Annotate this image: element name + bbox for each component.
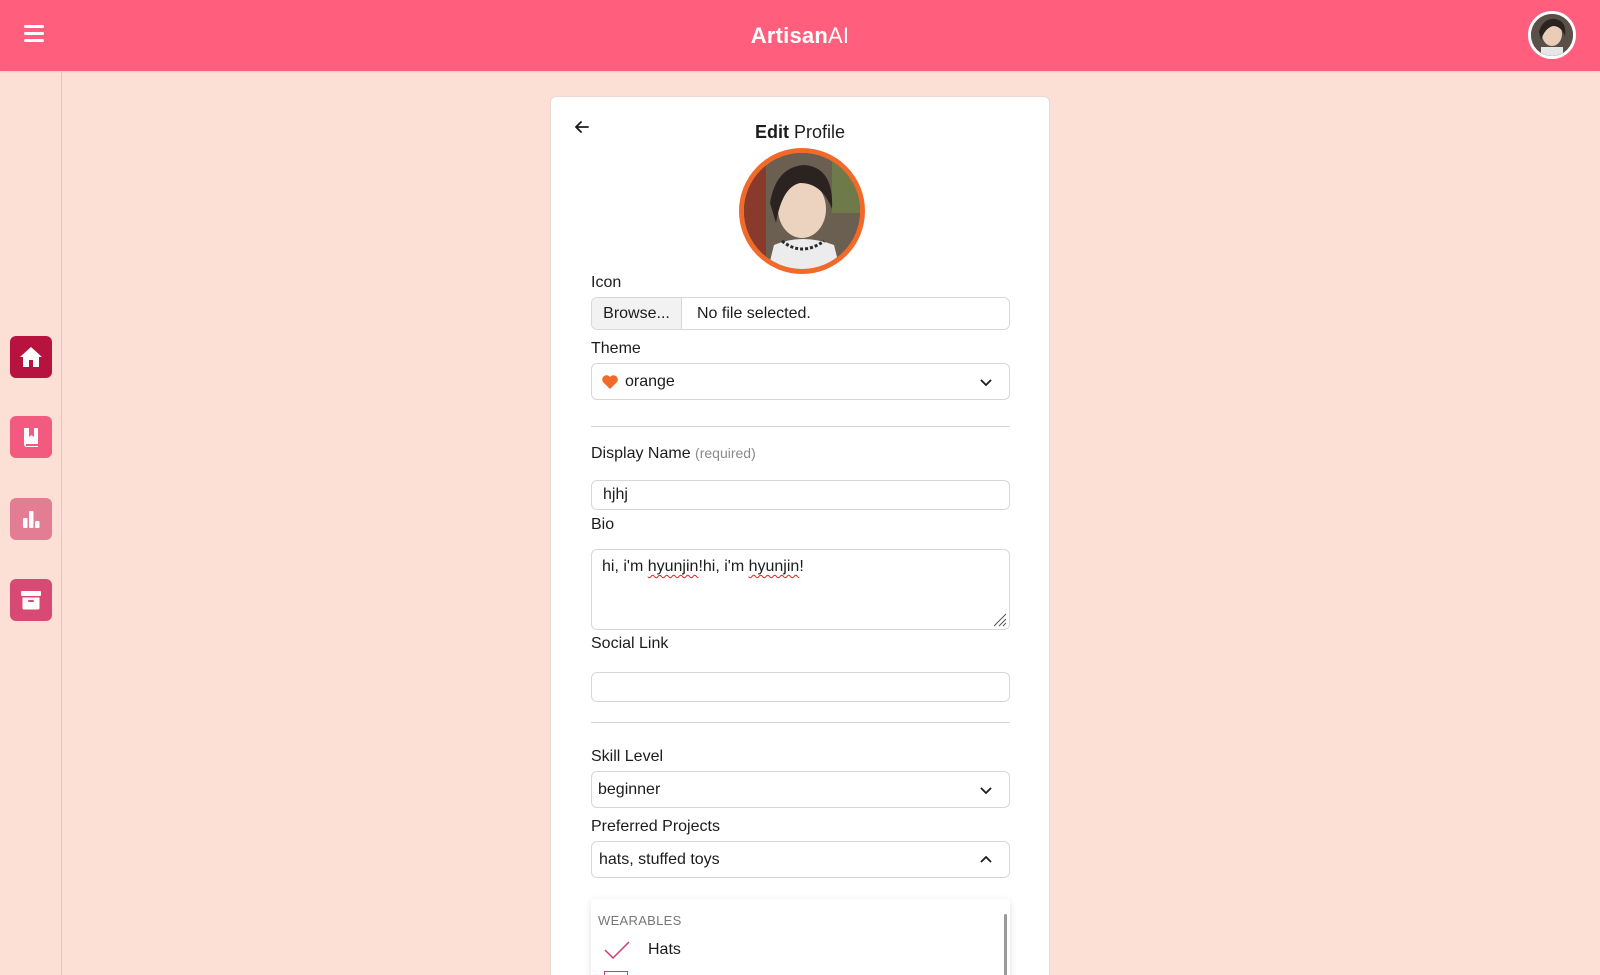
brand-name-light: AI: [828, 22, 850, 48]
display-name-input[interactable]: hjhj: [591, 480, 1010, 510]
avatar-photo-icon: [1531, 14, 1573, 56]
brand-name-bold: Artisan: [750, 22, 828, 48]
bio-label: Bio: [591, 516, 615, 533]
profile-avatar: [739, 148, 865, 274]
skill-level-value: beginner: [598, 780, 661, 798]
display-name-label: Display Name (required): [591, 445, 756, 463]
icon-label: Icon: [591, 274, 622, 291]
browse-button[interactable]: Browse...: [592, 298, 682, 329]
display-name-value: hjhj: [603, 486, 628, 503]
sidebar: [0, 71, 62, 975]
top-bar: ArtisanAI: [0, 0, 1600, 71]
bio-text-1: hi, i'm: [602, 558, 648, 575]
dropdown-option-label: Hats: [648, 941, 681, 958]
chevron-down-icon: [980, 379, 992, 387]
preferred-projects-select[interactable]: hats, stuffed toys: [591, 841, 1010, 878]
bio-text-5: !: [799, 558, 804, 575]
home-icon: [20, 347, 42, 367]
display-name-label-text: Display Name: [591, 445, 691, 462]
skill-level-select[interactable]: beginner: [591, 771, 1010, 808]
bio-text-2: hyunjin: [647, 558, 699, 575]
bar-chart-icon: [23, 511, 40, 528]
page-title: Edit Profile: [551, 122, 1049, 143]
theme-value: orange: [625, 372, 675, 390]
theme-label: Theme: [591, 340, 641, 357]
resize-grip-icon[interactable]: [991, 611, 1007, 627]
hamburger-menu-icon[interactable]: [24, 25, 44, 45]
divider: [591, 426, 1010, 427]
theme-select[interactable]: orange: [591, 363, 1010, 400]
sidebar-item-archive[interactable]: [10, 579, 52, 621]
user-avatar[interactable]: [1528, 11, 1576, 59]
brand-logo[interactable]: ArtisanAI: [751, 23, 849, 49]
dropdown-scrollbar[interactable]: [1004, 914, 1007, 975]
avatar-photo-icon: [744, 153, 860, 269]
sidebar-item-home[interactable]: [10, 336, 52, 378]
icon-file-input[interactable]: Browse... No file selected.: [591, 297, 1010, 330]
preferred-projects-dropdown: WEARABLES Hats: [591, 899, 1010, 975]
title-bold: Edit: [754, 122, 789, 142]
skill-level-label: Skill Level: [591, 748, 664, 765]
archive-box-icon: [21, 591, 41, 610]
preferred-projects-value: hats, stuffed toys: [599, 850, 720, 868]
bookmark-book-icon: [23, 428, 38, 447]
social-link-input[interactable]: [591, 672, 1010, 702]
sidebar-item-bookmarks[interactable]: [10, 416, 52, 458]
preferred-projects-label: Preferred Projects: [591, 818, 720, 835]
bio-text-4: hyunjin: [748, 558, 800, 575]
chevron-down-icon: [980, 787, 992, 795]
checkbox-icon[interactable]: [604, 971, 628, 975]
bio-textarea[interactable]: hi, i'm hyunjin!hi, i'm hyunjin!: [591, 549, 1010, 630]
dropdown-option-hats[interactable]: Hats: [603, 939, 681, 961]
edit-profile-card: Edit Profile Icon Browse... No file sele…: [550, 96, 1050, 975]
chevron-up-icon: [980, 855, 992, 863]
dropdown-group-label: WEARABLES: [598, 913, 682, 928]
sidebar-item-stats[interactable]: [10, 498, 52, 540]
divider: [591, 722, 1010, 723]
social-link-label: Social Link: [591, 635, 669, 652]
orange-heart-icon: [602, 374, 618, 389]
title-rest: Profile: [793, 122, 846, 142]
required-hint: (required): [695, 445, 756, 461]
bio-text-3: !hi, i'm: [698, 558, 749, 575]
no-file-text: No file selected.: [697, 304, 811, 322]
checkmark-icon: [604, 941, 630, 960]
